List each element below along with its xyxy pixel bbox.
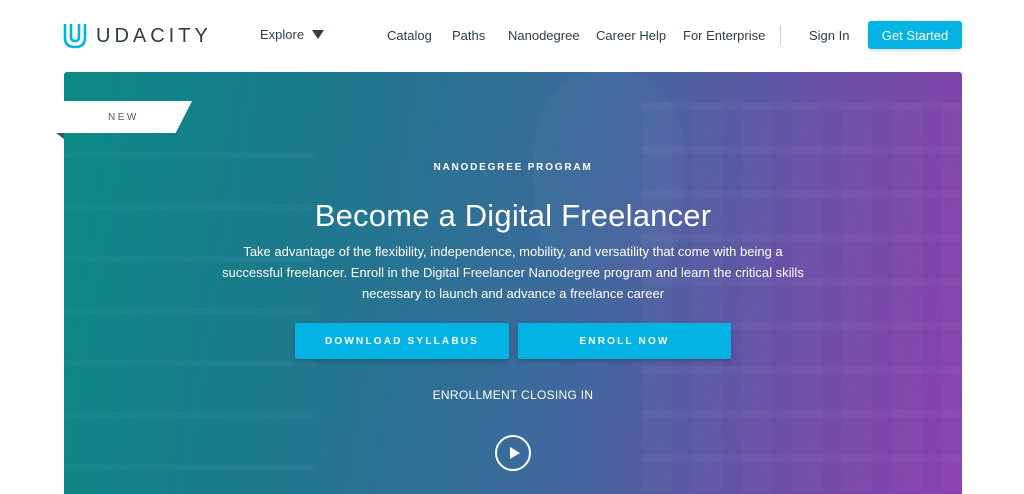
explore-label: Explore	[260, 27, 305, 42]
get-started-button[interactable]: Get Started	[868, 21, 962, 49]
download-syllabus-button[interactable]: DOWNLOAD SYLLABUS	[295, 323, 509, 359]
explore-menu[interactable]: Explore	[260, 27, 325, 42]
udacity-logo-icon	[63, 24, 87, 49]
page-title: Become a Digital Freelancer	[314, 198, 712, 233]
new-badge: NEW	[56, 101, 192, 133]
top-navigation: UDACITY Explore Catalog Paths Nanodegree…	[0, 0, 1024, 72]
play-video-button[interactable]	[495, 435, 531, 471]
nav-link-for-enterprise[interactable]: For Enterprise	[683, 28, 765, 43]
nav-link-nanodegree[interactable]: Nanodegree	[508, 28, 580, 43]
enroll-now-button[interactable]: ENROLL NOW	[518, 323, 731, 359]
nav-link-career-help[interactable]: Career Help	[596, 28, 666, 43]
nav-link-paths[interactable]: Paths	[452, 28, 485, 43]
nav-link-catalog[interactable]: Catalog	[387, 28, 432, 43]
brand-name: UDACITY	[96, 24, 212, 47]
program-description: Take advantage of the flexibility, indep…	[222, 244, 804, 301]
caret-down-icon	[312, 30, 325, 39]
udacity-logo[interactable]: UDACITY	[62, 22, 212, 50]
play-icon	[509, 447, 520, 459]
enrollment-closing-label: ENROLLMENT CLOSING IN	[432, 388, 594, 402]
nav-divider	[780, 25, 781, 45]
sign-in-link[interactable]: Sign In	[809, 28, 849, 43]
program-eyebrow: NANODEGREE PROGRAM	[433, 162, 593, 173]
new-badge-fold	[56, 133, 64, 139]
